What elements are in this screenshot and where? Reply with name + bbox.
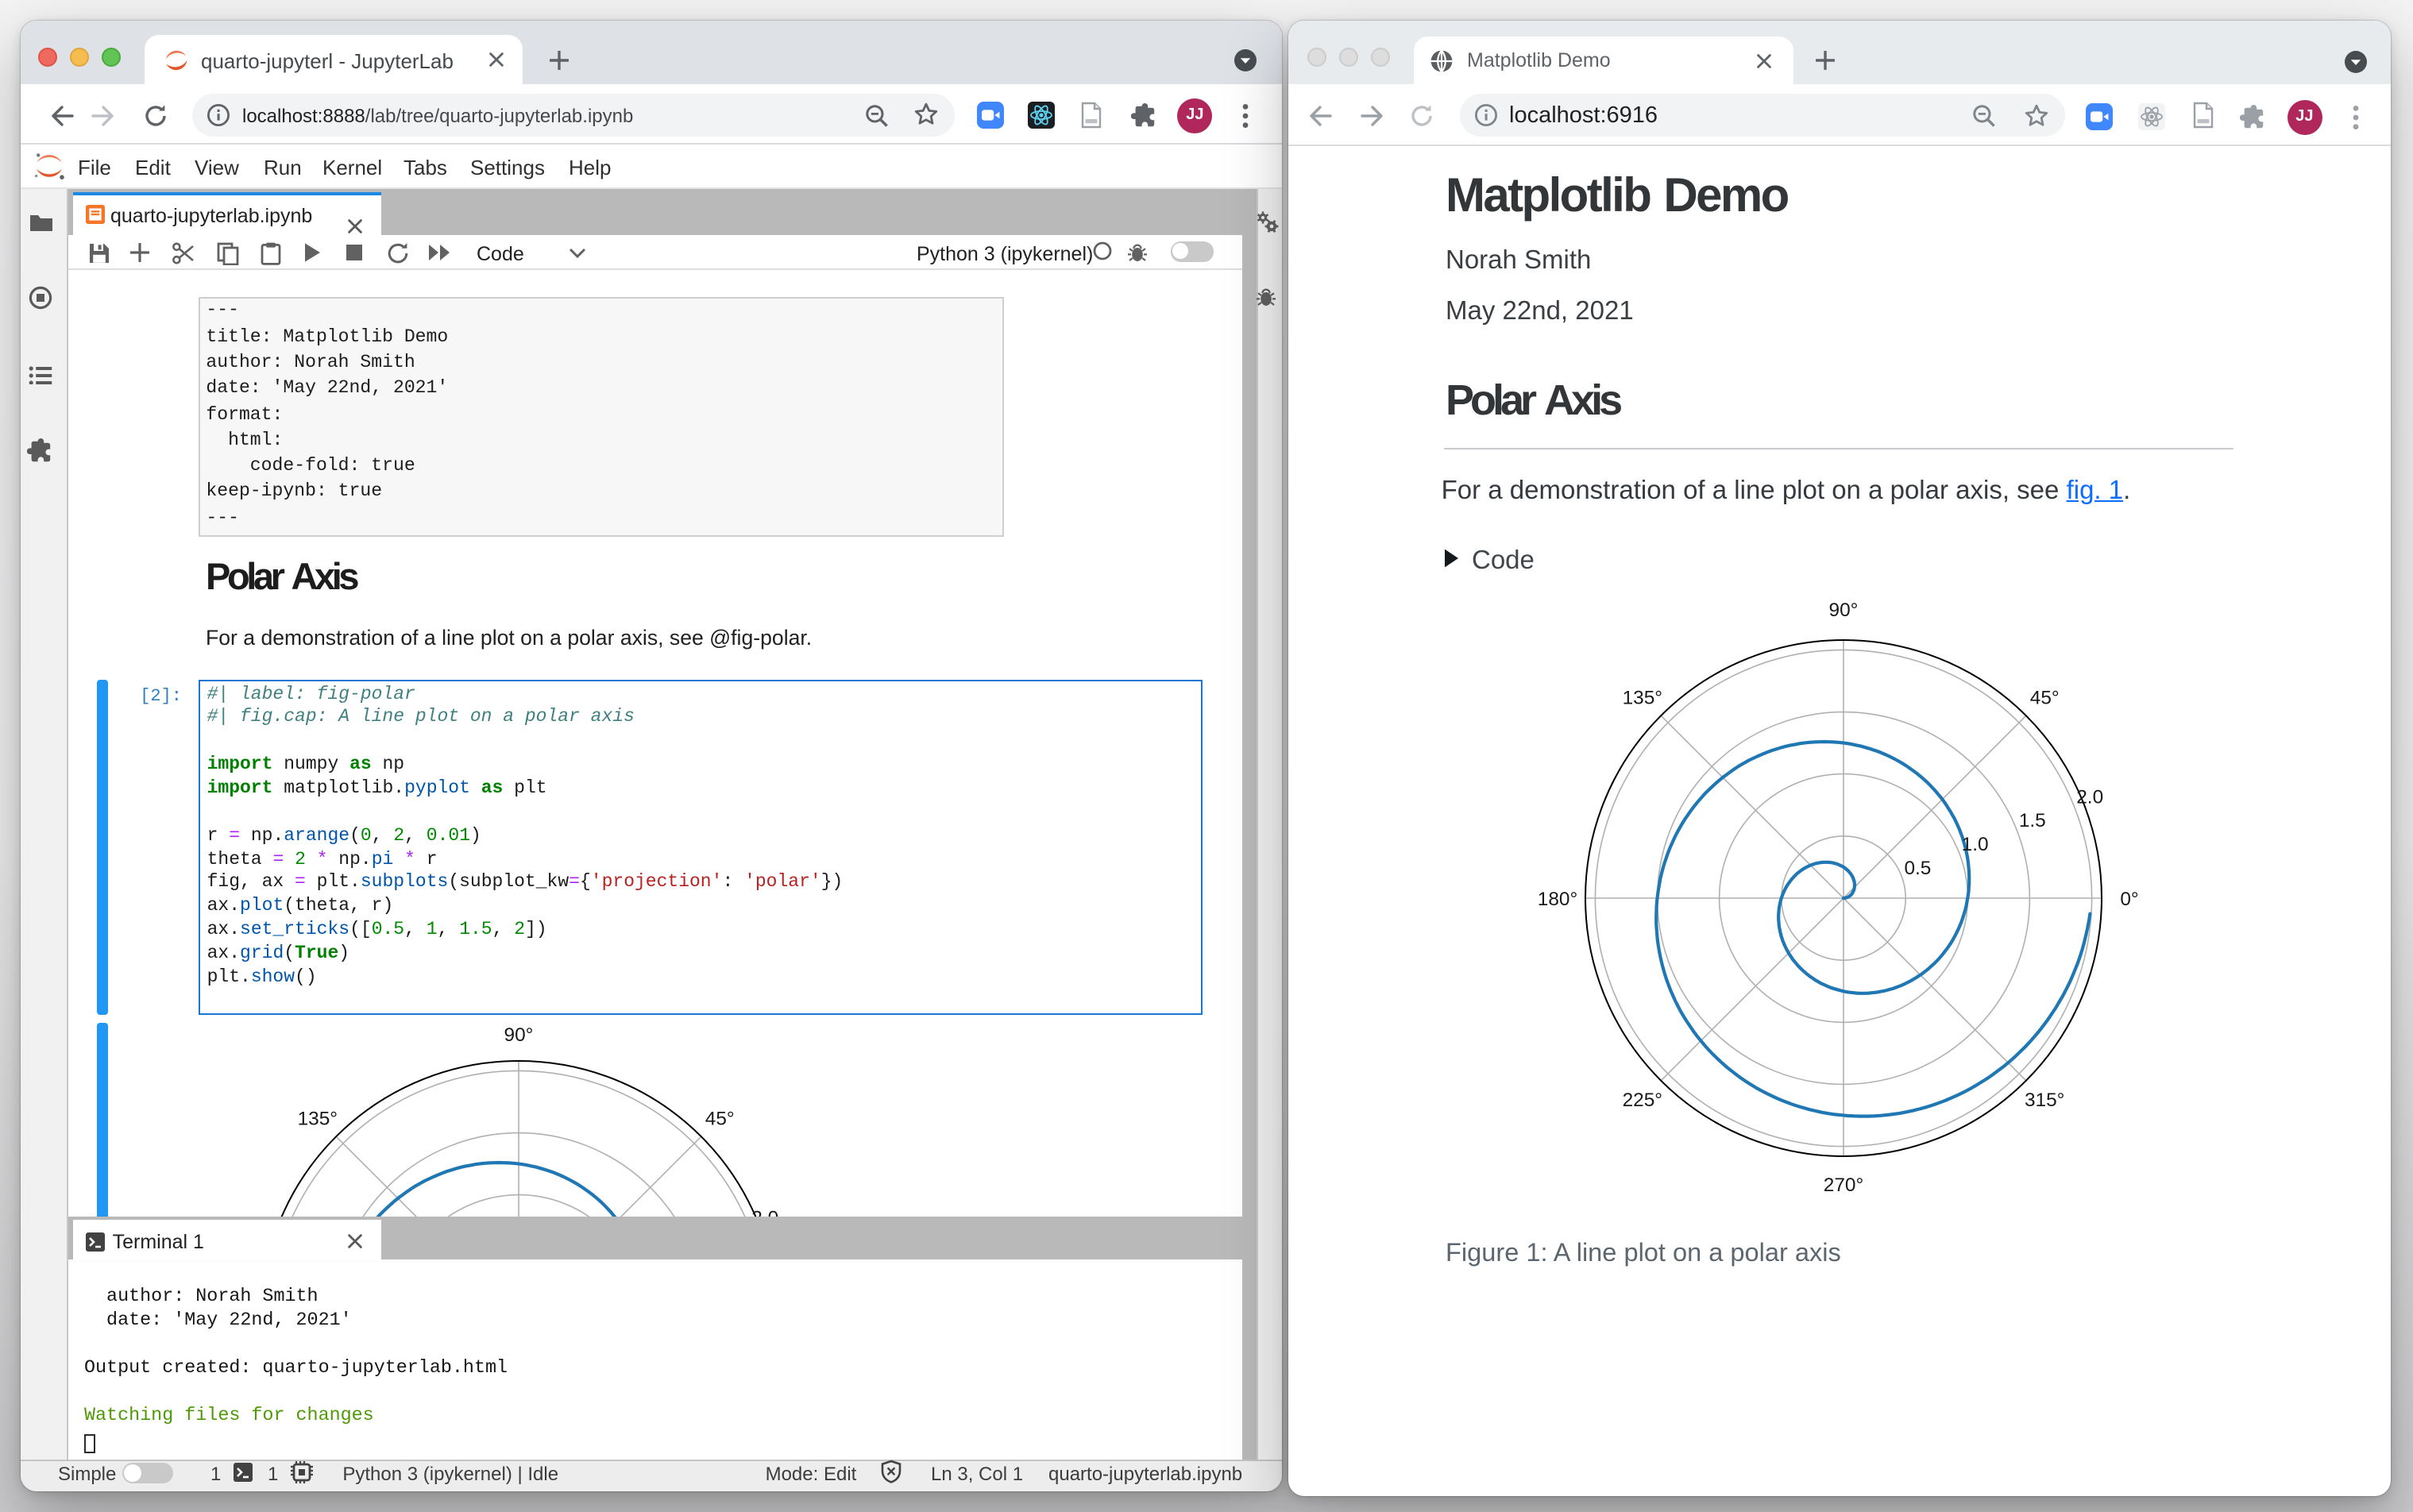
- svg-text:0°: 0°: [2120, 888, 2138, 909]
- svg-text:135°: 135°: [1623, 687, 1662, 708]
- svg-text:315°: 315°: [2025, 1089, 2064, 1110]
- svg-text:1.5: 1.5: [2019, 809, 2046, 831]
- svg-text:270°: 270°: [1824, 1174, 1863, 1195]
- svg-text:1.0: 1.0: [1962, 833, 1989, 854]
- svg-text:180°: 180°: [1538, 888, 1577, 909]
- svg-text:45°: 45°: [2030, 687, 2060, 708]
- svg-text:2.0: 2.0: [751, 1206, 778, 1216]
- svg-text:90°: 90°: [1829, 599, 1859, 620]
- svg-text:0.5: 0.5: [1904, 857, 1931, 878]
- svg-text:135°: 135°: [297, 1108, 337, 1129]
- svg-text:90°: 90°: [504, 1024, 533, 1045]
- svg-text:45°: 45°: [705, 1108, 734, 1129]
- svg-text:2.0: 2.0: [2076, 785, 2103, 807]
- svg-text:225°: 225°: [1623, 1089, 1662, 1110]
